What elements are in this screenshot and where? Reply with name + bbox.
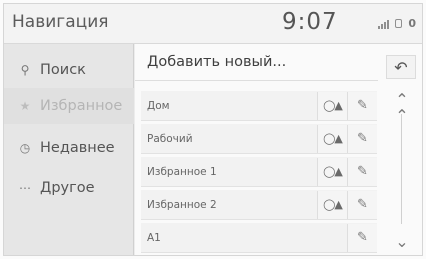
route-button[interactable]: ◯▲ bbox=[317, 157, 347, 186]
side-controls: ↶ ⌃ ⌃ ⌄ ⌄ bbox=[382, 44, 422, 259]
edit-button[interactable]: ✎ bbox=[347, 91, 377, 120]
add-new-button[interactable]: Добавить новый... bbox=[135, 44, 378, 81]
pencil-icon: ✎ bbox=[357, 230, 368, 245]
screen-frame: Навигация 9:07 0 ⚲ Поиск ★ Избранное ◷ Н… bbox=[3, 3, 423, 259]
list-item[interactable]: A1 ✎ bbox=[141, 223, 377, 253]
list-item-name: A1 bbox=[147, 231, 161, 244]
list-item[interactable]: Избранное 1 ◯▲ ✎ bbox=[141, 157, 377, 187]
sidebar-item-label: Недавнее bbox=[40, 140, 115, 156]
sidebar-item-other[interactable]: ⋯ Другое bbox=[4, 170, 134, 206]
clock-icon: ◷ bbox=[19, 141, 31, 155]
list-item-name: Избранное 2 bbox=[147, 198, 217, 211]
list-item-name: Избранное 1 bbox=[147, 165, 217, 178]
list-item[interactable]: Рабочий ◯▲ ✎ bbox=[141, 124, 377, 154]
pencil-icon: ✎ bbox=[357, 131, 368, 146]
sidebar-item-search[interactable]: ⚲ Поиск bbox=[4, 52, 134, 88]
lock-icon bbox=[395, 19, 403, 28]
list-item[interactable]: Дом ◯▲ ✎ bbox=[141, 91, 377, 121]
signal-icon bbox=[378, 19, 390, 29]
scrollbar-track[interactable] bbox=[401, 114, 402, 224]
scroll-down-button[interactable]: ⌄ ⌄ bbox=[392, 234, 412, 259]
route-button[interactable]: ◯▲ bbox=[317, 190, 347, 219]
edit-button[interactable]: ✎ bbox=[347, 124, 377, 153]
double-chevron-up-icon: ⌃ ⌃ bbox=[395, 90, 409, 125]
sidebar-item-label: Другое bbox=[40, 180, 95, 196]
route-icon: ◯▲ bbox=[323, 198, 343, 211]
back-button[interactable]: ↶ bbox=[386, 55, 416, 79]
sidebar: ⚲ Поиск ★ Избранное ◷ Недавнее ⋯ Другое bbox=[4, 44, 134, 255]
edit-button[interactable]: ✎ bbox=[347, 190, 377, 219]
sidebar-item-label: Поиск bbox=[40, 62, 86, 78]
edit-button[interactable]: ✎ bbox=[347, 157, 377, 186]
status-number: 0 bbox=[408, 17, 416, 30]
sidebar-item-favorites[interactable]: ★ Избранное bbox=[4, 88, 134, 124]
page-title: Навигация bbox=[12, 12, 109, 32]
edit-button[interactable]: ✎ bbox=[347, 223, 377, 252]
route-icon: ◯▲ bbox=[323, 99, 343, 112]
star-icon: ★ bbox=[19, 99, 31, 113]
scroll-up-button[interactable]: ⌃ ⌃ bbox=[392, 92, 412, 124]
list-item-name: Рабочий bbox=[147, 132, 193, 145]
more-icon: ⋯ bbox=[19, 181, 31, 195]
sidebar-item-label: Избранное bbox=[40, 98, 123, 114]
back-arrow-icon: ↶ bbox=[394, 57, 408, 77]
status-area: 0 bbox=[378, 17, 416, 30]
sidebar-item-recent[interactable]: ◷ Недавнее bbox=[4, 130, 134, 166]
route-icon: ◯▲ bbox=[323, 165, 343, 178]
search-icon: ⚲ bbox=[20, 63, 30, 77]
pencil-icon: ✎ bbox=[357, 197, 368, 212]
pencil-icon: ✎ bbox=[357, 98, 368, 113]
pencil-icon: ✎ bbox=[357, 164, 368, 179]
route-icon: ◯▲ bbox=[323, 132, 343, 145]
header-bar: Навигация 9:07 0 bbox=[4, 4, 422, 44]
double-chevron-down-icon: ⌄ ⌄ bbox=[395, 232, 409, 259]
list-item-name: Дом bbox=[147, 99, 170, 112]
route-button[interactable]: ◯▲ bbox=[317, 124, 347, 153]
list-item[interactable]: Избранное 2 ◯▲ ✎ bbox=[141, 190, 377, 220]
clock: 9:07 bbox=[282, 9, 338, 35]
main-panel: Добавить новый... Дом ◯▲ ✎ Рабочий ◯▲ ✎ … bbox=[135, 44, 422, 259]
route-button[interactable]: ◯▲ bbox=[317, 91, 347, 120]
